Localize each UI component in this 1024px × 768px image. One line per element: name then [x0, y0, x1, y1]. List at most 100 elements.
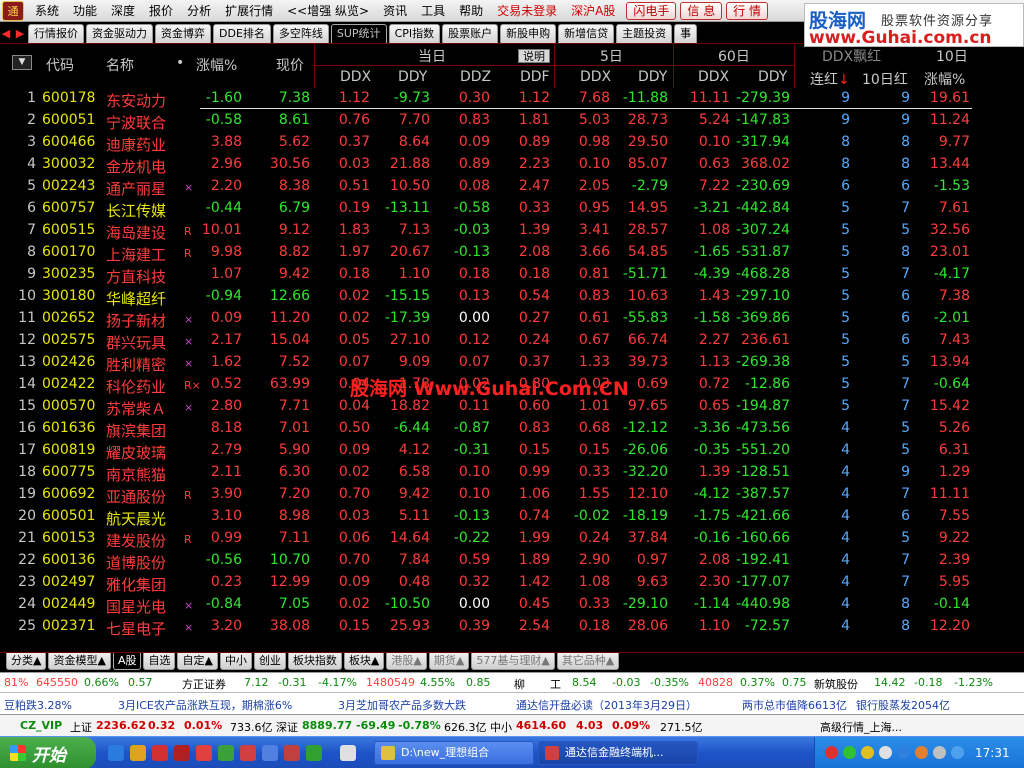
table-row[interactable]: 23 002497 雅化集团 0.23 12.99 0.09 0.48 0.32 1.42 1.0…: [0, 572, 1024, 594]
col-60d-ddx[interactable]: DDX: [698, 69, 729, 85]
bottom-tab[interactable]: 中小: [219, 653, 252, 670]
tab-stock-account[interactable]: 股票账户: [442, 24, 499, 43]
bottom-tab[interactable]: 577基与理财▲: [471, 653, 555, 670]
news-item[interactable]: 银行股蒸发2054亿: [856, 697, 950, 713]
news-item[interactable]: 豆粕跌3.28%: [4, 697, 72, 713]
table-row[interactable]: 21 600153 建发股份 R 0.99 7.11 0.06 14.64 -0.22 1.99 0…: [0, 528, 1024, 550]
bottom-tab[interactable]: 其它品种▲: [556, 653, 620, 670]
tab-quote[interactable]: 行情报价: [28, 24, 84, 43]
table-row[interactable]: 14 002422 科伦药业 R× 0.52 63.99 0.04 1.78 0.02 0.80 0…: [0, 374, 1024, 396]
app-icon-7[interactable]: [284, 745, 300, 761]
trade-login-status[interactable]: 交易未登录: [490, 0, 564, 22]
col-10d-red[interactable]: 10日红: [862, 69, 908, 89]
column-select-icon[interactable]: ▼: [12, 55, 32, 70]
table-row[interactable]: 25 002371 七星电子 × 3.20 38.08 0.15 25.93 0.39 2.54 0…: [0, 616, 1024, 638]
table-row[interactable]: 8 600170 上海建工 R 9.98 8.82 1.97 20.67 -0.13 2.08 3.…: [0, 242, 1024, 264]
bottom-tab[interactable]: 自定▲: [177, 653, 218, 670]
tab-theme[interactable]: 主题投资: [616, 24, 673, 43]
table-row[interactable]: 2 600051 宁波联合 -0.58 8.61 0.76 7.70 0.83 1.81 5.03…: [0, 110, 1024, 132]
ie-icon[interactable]: [108, 745, 124, 761]
menu-tools[interactable]: 工具: [414, 0, 452, 22]
bottom-tab[interactable]: 板块▲: [343, 653, 385, 670]
tab-dde-rank[interactable]: DDE排名: [213, 24, 271, 43]
app-icon-9[interactable]: [340, 745, 356, 761]
tab-cpi[interactable]: CPI指数: [388, 24, 441, 43]
menu-system[interactable]: 系统: [28, 0, 66, 22]
menu-quote[interactable]: 报价: [142, 0, 180, 22]
table-row[interactable]: 6 600757 长江传媒 -0.44 6.79 0.19 -13.11 -0.58 0.33 0…: [0, 198, 1024, 220]
menu-news[interactable]: 资讯: [376, 0, 414, 22]
info-button[interactable]: 信 息: [680, 1, 723, 20]
menu-help[interactable]: 帮助: [452, 0, 490, 22]
app-icon-4[interactable]: [218, 745, 234, 761]
ticker-stock2-a[interactable]: 柳: [514, 676, 525, 692]
table-row[interactable]: 3 600466 迪康药业 3.88 5.62 0.37 8.64 0.09 0.89 0.98 2…: [0, 132, 1024, 154]
menu-function[interactable]: 功能: [66, 0, 104, 22]
col-price[interactable]: 现价: [276, 55, 304, 75]
bottom-tab[interactable]: 板块指数: [287, 653, 342, 670]
table-row[interactable]: 22 600136 道博股份 -0.56 10.70 0.70 7.84 0.59 1.89 2.…: [0, 550, 1024, 572]
quote-button[interactable]: 行 情: [726, 1, 769, 20]
folder-icon[interactable]: [130, 745, 146, 761]
tab-sup-stats[interactable]: SUP统计: [330, 24, 387, 43]
bottom-tab[interactable]: 创业: [253, 653, 286, 670]
col-ddz[interactable]: DDZ: [460, 69, 491, 85]
col-code[interactable]: 代码: [46, 55, 74, 75]
col-ddy[interactable]: DDY: [398, 69, 427, 85]
explain-button[interactable]: 说明: [518, 49, 550, 63]
news-item[interactable]: 3月芝加哥农产品多数大跌: [338, 697, 466, 713]
menu-analysis[interactable]: 分析: [180, 0, 218, 22]
col-pct2[interactable]: 涨幅%: [924, 69, 965, 89]
tray-icon-1[interactable]: [825, 746, 838, 759]
premium-quote-status[interactable]: 高级行情_上海...: [820, 719, 902, 735]
menu-enhanced[interactable]: <<增强 纵览>: [280, 0, 376, 22]
table-row[interactable]: 17 600819 耀皮玻璃 2.79 5.90 0.09 4.12 -0.31 0.15 0.1…: [0, 440, 1024, 462]
bottom-tab[interactable]: 资金模型▲: [48, 653, 111, 670]
bottom-tab[interactable]: A股: [112, 653, 142, 670]
volume-icon[interactable]: [933, 746, 946, 759]
app-icon-5[interactable]: [240, 745, 256, 761]
col-ddx[interactable]: DDX: [340, 69, 371, 85]
news-item[interactable]: 3月ICE农产品涨跌互现，期棉涨6%: [118, 697, 292, 713]
tab-event[interactable]: 事: [674, 24, 698, 43]
col-name[interactable]: 名称: [106, 55, 134, 75]
tray-icon-6[interactable]: [915, 746, 928, 759]
table-row[interactable]: 12 002575 群兴玩具 × 2.17 15.04 0.05 27.10 0.12 0.24 0…: [0, 330, 1024, 352]
app-icon-8[interactable]: [306, 745, 322, 761]
tab-ipo[interactable]: 新股申购: [500, 24, 557, 43]
market-selector[interactable]: 深沪A股: [564, 0, 622, 22]
bottom-tab[interactable]: 自选: [143, 653, 176, 670]
ticker-stock2-b[interactable]: 工: [550, 676, 561, 692]
table-row[interactable]: 15 000570 苏常柴Ａ × 2.80 7.71 0.04 18.82 0.11 0.60 1.…: [0, 396, 1024, 418]
table-row[interactable]: 7 600515 海岛建设 R 10.01 9.12 1.83 7.13 -0.03 1.39 3.…: [0, 220, 1024, 242]
table-row[interactable]: 19 600692 亚通股份 R 3.90 7.20 0.70 9.42 0.10 1.06 1.5…: [0, 484, 1024, 506]
tray-icon-5[interactable]: [897, 746, 910, 759]
flash-hand-button[interactable]: 闪电手: [626, 1, 677, 20]
tab-fund-drive[interactable]: 资金驱动力: [86, 24, 153, 43]
table-row[interactable]: 24 002449 国星光电 × -0.84 7.05 0.02 -10.50 0.00 0.45…: [0, 594, 1024, 616]
table-row[interactable]: 11 002652 扬子新材 × 0.09 11.20 0.02 -17.39 0.00 0.27…: [0, 308, 1024, 330]
clock[interactable]: 17:31: [975, 746, 1010, 760]
menu-extended[interactable]: 扩展行情: [218, 0, 280, 22]
app-icon-1[interactable]: [152, 745, 168, 761]
table-row[interactable]: 20 600501 航天晨光 3.10 8.98 0.03 5.11 -0.13 0.74 -0.…: [0, 506, 1024, 528]
menu-depth[interactable]: 深度: [104, 0, 142, 22]
task-tdx[interactable]: 通达信金融终端机...: [538, 741, 698, 765]
tray-icon-2[interactable]: [843, 746, 856, 759]
col-5d-ddy[interactable]: DDY: [638, 69, 667, 85]
app-icon-3[interactable]: [196, 745, 212, 761]
table-row[interactable]: 9 300235 方直科技 1.07 9.42 0.18 1.10 0.18 0.18 0.81-…: [0, 264, 1024, 286]
table-row[interactable]: 1 600178 东安动力 -1.60 7.38 1.12 -9.73 0.30 1.12 7.6…: [0, 88, 1024, 110]
col-60d-ddy[interactable]: DDY: [758, 69, 787, 85]
table-row[interactable]: 18 600775 南京熊猫 2.11 6.30 0.02 6.58 0.10 0.99 0.33…: [0, 462, 1024, 484]
col-consec-red[interactable]: 连红↓: [810, 69, 850, 89]
tab-long-short[interactable]: 多空阵线: [272, 24, 329, 43]
col-5d-ddx[interactable]: DDX: [580, 69, 611, 85]
table-row[interactable]: 16 601636 旗滨集团 8.18 7.01 0.50 -6.44 -0.87 0.83 0.…: [0, 418, 1024, 440]
network-icon[interactable]: [951, 746, 964, 759]
tray-icon-3[interactable]: [861, 746, 874, 759]
task-explorer[interactable]: D:\new_理想组合: [374, 741, 534, 765]
table-row[interactable]: 13 002426 胜利精密 × 1.62 7.52 0.07 9.09 0.07 0.37 1.3…: [0, 352, 1024, 374]
tab-fund-game[interactable]: 资金博弈: [155, 24, 211, 43]
ticker-stock-name[interactable]: 方正证券: [182, 676, 226, 692]
